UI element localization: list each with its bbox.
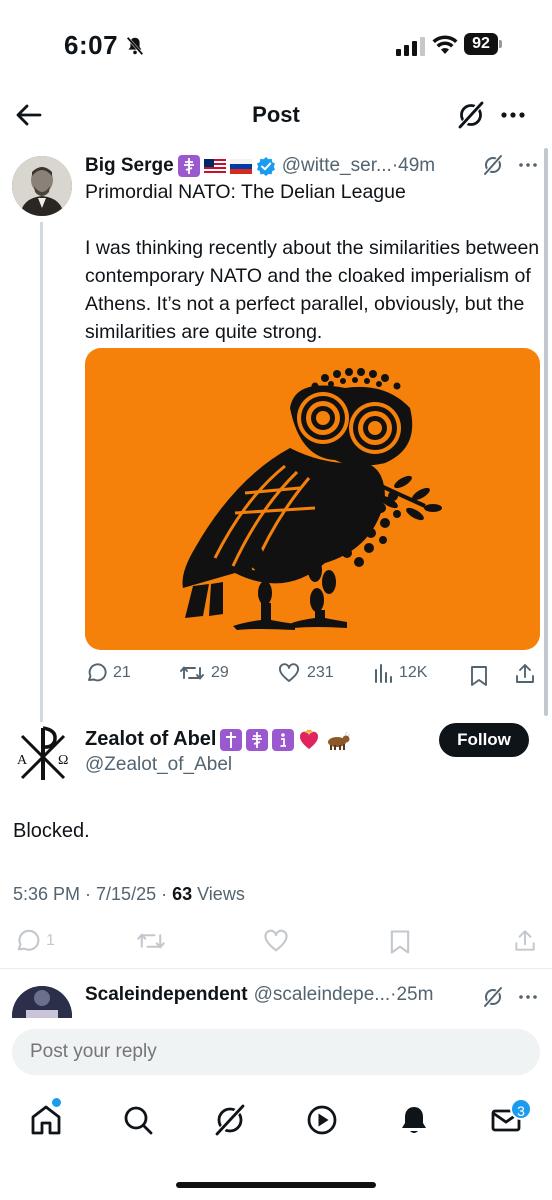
post-image[interactable]	[85, 348, 540, 650]
cellular-signal-icon	[396, 37, 425, 56]
reply-actions: 1	[0, 928, 552, 958]
svg-text:Ω: Ω	[58, 753, 68, 768]
author-handle[interactable]: @scaleindepe...	[254, 984, 391, 1006]
scrollbar[interactable]	[544, 148, 548, 716]
latin-cross-emoji-icon	[220, 728, 243, 751]
next-reply[interactable]: Scaleindependent @scaleindepe... ·25m	[0, 980, 552, 1020]
thread-line	[40, 222, 43, 724]
share-icon[interactable]	[513, 662, 537, 686]
silent-mode-icon	[126, 36, 144, 55]
home-indicator[interactable]	[176, 1182, 376, 1188]
like-count: 231	[307, 664, 334, 681]
reply-count: 1	[46, 932, 55, 949]
home-icon[interactable]	[28, 1102, 64, 1138]
reply-text: Blocked.	[13, 820, 90, 842]
views-count: 63	[172, 884, 193, 904]
reply-bar	[0, 1018, 552, 1086]
post-text: Primordial NATO: The Delian League I was…	[85, 181, 540, 343]
share-icon[interactable]	[512, 928, 538, 954]
more-options-icon[interactable]	[516, 986, 540, 1008]
author-name[interactable]: Big Serge	[85, 155, 174, 177]
views-count: 12K	[399, 664, 428, 681]
repost-icon[interactable]	[136, 928, 166, 954]
heart-icon	[279, 663, 299, 682]
reply-action[interactable]: 1	[14, 928, 55, 954]
avatar[interactable]: A Ω	[12, 722, 74, 784]
us-flag-emoji-icon	[203, 155, 226, 177]
grok-icon[interactable]	[482, 154, 504, 176]
wifi-icon	[432, 35, 458, 54]
views-action[interactable]: 12K	[373, 662, 427, 684]
author-name[interactable]: Zealot of Abel	[85, 728, 216, 751]
reply-icon	[17, 929, 40, 951]
divider	[0, 968, 552, 969]
repost-icon	[180, 666, 204, 680]
post-time[interactable]: ·25m	[390, 984, 433, 1006]
reply-input[interactable]	[12, 1029, 540, 1075]
header: Post	[0, 92, 552, 140]
battery-level: 92	[464, 33, 498, 55]
heart-icon[interactable]	[262, 928, 290, 954]
verified-badge-icon	[256, 157, 275, 176]
avatar[interactable]	[12, 986, 72, 1020]
avatar[interactable]	[12, 156, 72, 216]
info-symbol-emoji-icon	[272, 728, 295, 751]
reply-meta: 5:36 PM · 7/15/25 · 63 Views	[13, 884, 245, 905]
follow-button[interactable]: Follow	[439, 723, 529, 757]
heart-on-fire-emoji-icon	[298, 729, 320, 751]
more-options-icon[interactable]	[516, 154, 540, 176]
author-handle[interactable]: @Zealot_of_Abel	[85, 754, 232, 776]
grok-icon[interactable]	[212, 1102, 248, 1138]
battery-indicator: 92	[464, 33, 502, 57]
notifications-bell-icon[interactable]	[396, 1102, 432, 1138]
reply-icon	[88, 663, 107, 682]
messages-badge: 3	[510, 1098, 532, 1120]
bookmark-icon[interactable]	[388, 928, 412, 956]
reply-count: 21	[113, 664, 131, 681]
status-time: 6:07	[64, 30, 119, 60]
ox-emoji-icon	[324, 729, 351, 751]
status-bar: 6:07 92	[0, 0, 552, 90]
author-handle[interactable]: @witte_ser...	[282, 155, 392, 177]
bottom-nav: 3	[0, 1088, 552, 1200]
home-notification-dot	[52, 1098, 61, 1107]
repost-action[interactable]: 29	[179, 662, 229, 684]
original-post[interactable]: Big Serge @witte_ser... ·49m Primordial …	[0, 150, 552, 724]
orthodox-cross-emoji-icon	[177, 155, 200, 177]
more-options-icon[interactable]	[498, 100, 528, 130]
video-play-icon[interactable]	[304, 1102, 340, 1138]
post-actions: 21 29 231 12K	[85, 662, 540, 692]
reply-timestamp[interactable]: 5:36 PM · 7/15/25 ·	[13, 884, 172, 904]
reply-action[interactable]: 21	[85, 662, 131, 684]
repost-count: 29	[211, 664, 229, 681]
svg-text:A: A	[17, 753, 28, 768]
orthodox-cross-emoji-icon	[246, 728, 269, 751]
russia-flag-emoji-icon	[229, 155, 252, 177]
views-label: Views	[192, 884, 245, 904]
search-icon[interactable]	[120, 1102, 156, 1138]
chi-rho-icon: A Ω	[12, 722, 74, 784]
views-chart-icon	[375, 664, 392, 683]
post-time[interactable]: ·49m	[392, 155, 435, 177]
grok-icon[interactable]	[456, 100, 486, 130]
bookmark-icon[interactable]	[469, 664, 489, 688]
athenian-owl-icon	[182, 368, 442, 630]
book-cover-avatar-icon	[12, 986, 72, 1020]
battery-tip	[499, 40, 502, 48]
avatar-portrait-icon	[12, 156, 72, 216]
post-header: Big Serge @witte_ser... ·49m	[85, 152, 532, 180]
post-header: Scaleindependent @scaleindepe... ·25m	[85, 984, 433, 1006]
like-action[interactable]: 231	[277, 662, 334, 684]
reply-author-row: Zealot of Abel	[85, 728, 351, 751]
author-name[interactable]: Scaleindependent	[85, 984, 248, 1006]
grok-icon[interactable]	[482, 986, 504, 1008]
